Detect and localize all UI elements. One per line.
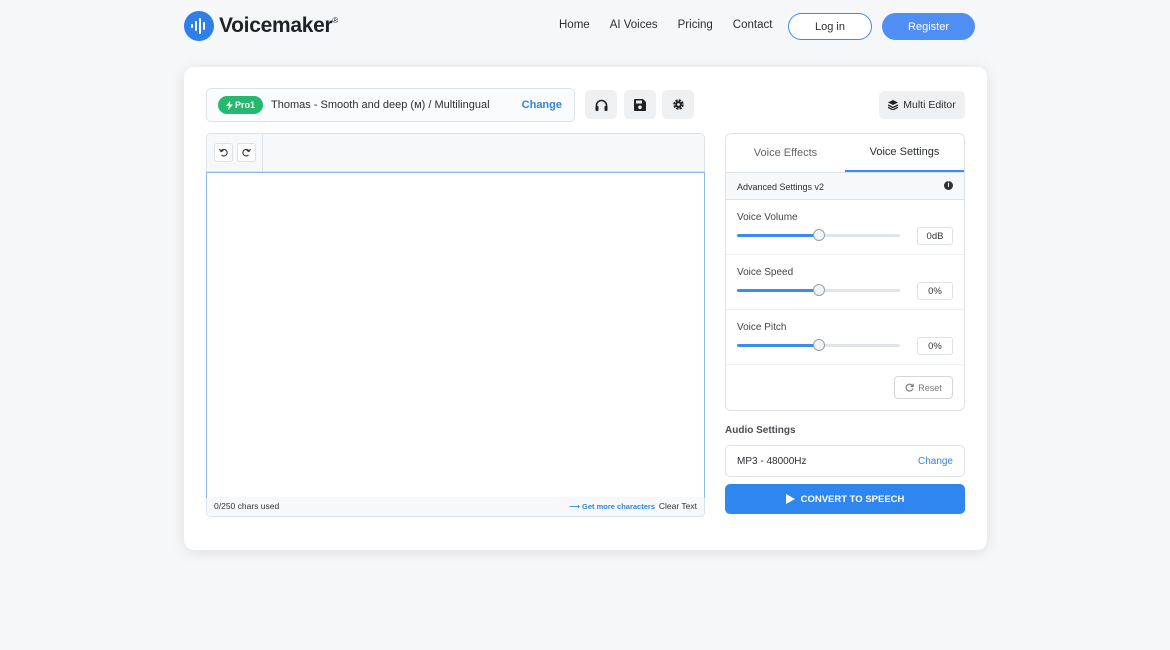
voice-change-link[interactable]: Change bbox=[522, 99, 562, 111]
login-button[interactable]: Log in bbox=[788, 13, 872, 40]
save-button[interactable] bbox=[624, 90, 656, 119]
clear-text-button[interactable]: Clear Text bbox=[659, 501, 697, 511]
voice-volume-slider[interactable] bbox=[737, 229, 900, 241]
audio-settings-title: Audio Settings bbox=[725, 425, 796, 436]
convert-to-speech-button[interactable]: CONVERT TO SPEECH bbox=[725, 484, 965, 514]
advanced-settings-label: Advanced Settings v2 bbox=[737, 182, 825, 192]
voice-pitch-value[interactable]: 0% bbox=[917, 337, 953, 355]
undo-button[interactable] bbox=[214, 143, 233, 162]
layers-icon bbox=[888, 100, 899, 110]
voice-selector[interactable]: Pro1 Thomas - Smooth and deep (ᴍ) / Mult… bbox=[206, 88, 575, 122]
waveform-logo-icon bbox=[184, 11, 214, 41]
register-button[interactable]: Register bbox=[882, 13, 975, 40]
bolt-icon bbox=[226, 100, 233, 110]
voice-settings-panel: Voice Effects Voice Settings Advanced Se… bbox=[725, 133, 965, 411]
editor-footer: 0/250 chars used ⟶ Get more characters C… bbox=[207, 497, 704, 516]
advanced-settings-header: Advanced Settings v2 i bbox=[726, 173, 964, 200]
pro-badge: Pro1 bbox=[218, 96, 264, 114]
tab-voice-effects[interactable]: Voice Effects bbox=[726, 134, 845, 172]
voice-pitch-slider[interactable] bbox=[737, 339, 900, 351]
history-group bbox=[207, 134, 263, 171]
info-icon[interactable]: i bbox=[944, 181, 953, 190]
audio-format-value: MP3 - 48000Hz bbox=[737, 456, 807, 467]
slider-row-volume: Voice Volume 0dB bbox=[726, 200, 964, 255]
tab-voice-settings[interactable]: Voice Settings bbox=[845, 134, 964, 172]
save-icon bbox=[634, 98, 646, 111]
voice-name: Thomas - Smooth and deep (ᴍ) / Multiling… bbox=[271, 99, 490, 111]
gear-icon bbox=[672, 99, 684, 110]
slider-thumb[interactable] bbox=[812, 229, 825, 241]
slider-fill bbox=[737, 289, 819, 292]
nav-ai-voices[interactable]: AI Voices bbox=[610, 19, 658, 31]
reset-button[interactable]: Reset bbox=[894, 376, 953, 399]
slider-thumb[interactable] bbox=[812, 284, 825, 296]
nav-contact[interactable]: Contact bbox=[733, 19, 773, 31]
headphones-icon bbox=[595, 99, 607, 111]
audio-settings-box: MP3 - 48000Hz Change bbox=[725, 445, 965, 477]
voice-pitch-label: Voice Pitch bbox=[737, 322, 787, 333]
refresh-icon bbox=[905, 383, 914, 392]
multi-editor-button[interactable]: Multi Editor bbox=[879, 91, 965, 119]
audio-change-link[interactable]: Change bbox=[918, 456, 953, 467]
get-more-characters-link[interactable]: ⟶ Get more characters bbox=[569, 502, 655, 511]
editor-toolbar bbox=[207, 134, 704, 172]
undo-icon bbox=[219, 148, 228, 157]
nav-pricing[interactable]: Pricing bbox=[678, 19, 713, 31]
logo[interactable]: Voicemaker® bbox=[184, 11, 338, 41]
slider-row-pitch: Voice Pitch 0% bbox=[726, 310, 964, 365]
slider-row-speed: Voice Speed 0% bbox=[726, 255, 964, 310]
voice-volume-label: Voice Volume bbox=[737, 212, 798, 223]
redo-icon bbox=[242, 148, 251, 157]
chars-used-counter: 0/250 chars used bbox=[214, 501, 280, 511]
voice-speed-slider[interactable] bbox=[737, 284, 900, 296]
text-editor: 0/250 chars used ⟶ Get more characters C… bbox=[206, 133, 705, 517]
main-nav: Home AI Voices Pricing Contact bbox=[559, 19, 792, 31]
settings-button[interactable] bbox=[662, 90, 694, 119]
voice-speed-label: Voice Speed bbox=[737, 267, 794, 278]
listen-button[interactable] bbox=[585, 90, 617, 119]
slider-fill bbox=[737, 234, 819, 237]
play-icon bbox=[785, 494, 795, 504]
settings-tabs: Voice Effects Voice Settings bbox=[726, 134, 964, 173]
voice-volume-value[interactable]: 0dB bbox=[917, 227, 953, 245]
slider-thumb[interactable] bbox=[812, 339, 825, 351]
voice-speed-value[interactable]: 0% bbox=[917, 282, 953, 300]
text-input-area[interactable] bbox=[206, 172, 705, 498]
slider-fill bbox=[737, 344, 819, 347]
logo-text: Voicemaker® bbox=[219, 14, 338, 37]
redo-button[interactable] bbox=[237, 143, 256, 162]
nav-home[interactable]: Home bbox=[559, 19, 590, 31]
